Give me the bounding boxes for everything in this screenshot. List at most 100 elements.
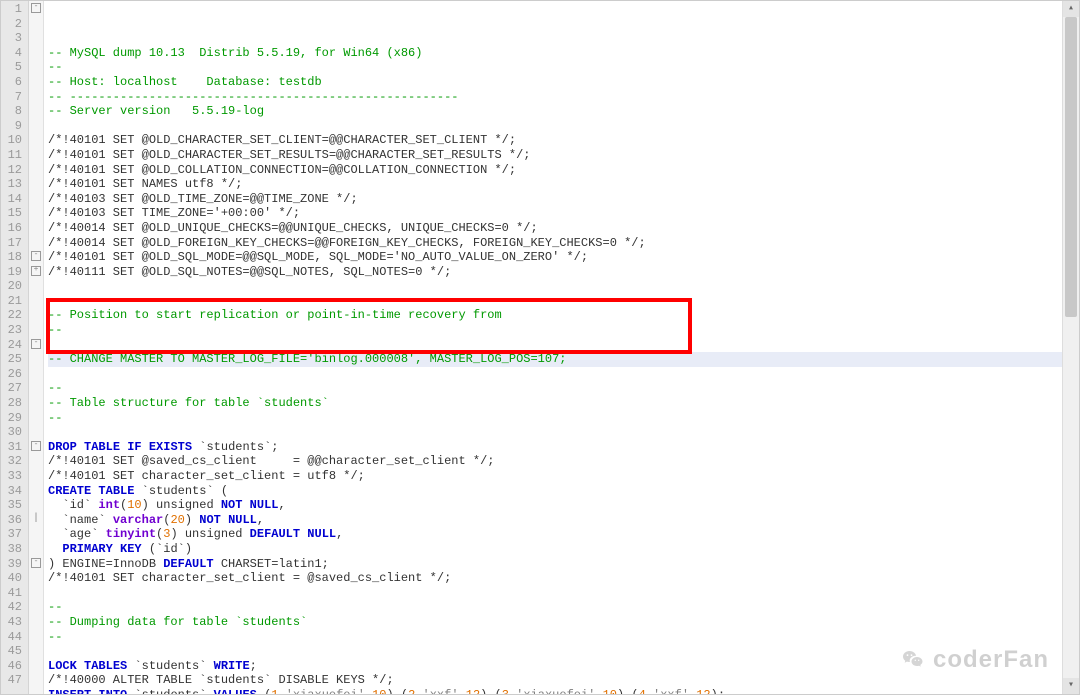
code-area[interactable]: -- MySQL dump 10.13 Distrib 5.5.19, for … [44,1,1079,694]
code-line[interactable]: /*!40101 SET character_set_client = utf8… [48,469,1079,484]
line-number: 29 [1,411,22,426]
code-line[interactable]: /*!40101 SET @OLD_CHARACTER_SET_CLIENT=@… [48,133,1079,148]
line-number: 12 [1,163,22,178]
code-line[interactable] [48,425,1079,440]
line-number: 31 [1,440,22,455]
code-line[interactable]: -- [48,381,1079,396]
line-number: 28 [1,396,22,411]
code-line[interactable]: /*!40014 SET @OLD_UNIQUE_CHECKS=@@UNIQUE… [48,221,1079,236]
code-line[interactable]: /*!40101 SET @OLD_SQL_MODE=@@SQL_MODE, S… [48,250,1079,265]
line-number: 33 [1,469,22,484]
fold-toggle-icon[interactable]: + [31,266,41,276]
line-number: 22 [1,308,22,323]
line-number: 43 [1,615,22,630]
code-line[interactable] [48,367,1079,382]
code-line[interactable] [48,279,1079,294]
code-line[interactable]: -- [48,60,1079,75]
code-line[interactable]: -- [48,294,1079,309]
code-editor[interactable]: 1234567891011121314151617181920212223242… [0,0,1080,695]
scroll-up-button[interactable]: ▴ [1063,1,1079,17]
line-number: 2 [1,17,22,32]
line-number: 18 [1,250,22,265]
line-number: 13 [1,177,22,192]
code-line[interactable]: `name` varchar(20) NOT NULL, [48,513,1079,528]
code-line[interactable]: /*!40101 SET character_set_client = @sav… [48,571,1079,586]
line-number: 32 [1,454,22,469]
code-line[interactable]: -- Server version 5.5.19-log [48,104,1079,119]
line-number: 34 [1,484,22,499]
scroll-down-button[interactable]: ▾ [1063,678,1079,694]
code-line[interactable]: DROP TABLE IF EXISTS `students`; [48,440,1079,455]
line-number: 23 [1,323,22,338]
line-number: 1 [1,2,22,17]
line-number: 5 [1,60,22,75]
watermark-text: coderFan [933,646,1049,674]
line-number: 38 [1,542,22,557]
scroll-thumb[interactable] [1065,17,1077,317]
line-number: 35 [1,498,22,513]
line-number: 11 [1,148,22,163]
code-line[interactable]: CREATE TABLE `students` ( [48,484,1079,499]
code-line[interactable]: -- MySQL dump 10.13 Distrib 5.5.19, for … [48,46,1079,61]
code-line[interactable] [48,586,1079,601]
fold-toggle-icon[interactable]: - [31,3,41,13]
code-line[interactable]: -- Host: localhost Database: testdb [48,75,1079,90]
code-line[interactable]: -- Table structure for table `students` [48,396,1079,411]
line-number: 40 [1,571,22,586]
vertical-scrollbar[interactable]: ▴ ▾ [1062,1,1079,694]
fold-toggle-icon[interactable]: - [31,441,41,451]
line-number: 36 [1,513,22,528]
code-line[interactable]: -- [48,411,1079,426]
code-line[interactable]: ) ENGINE=InnoDB DEFAULT CHARSET=latin1; [48,557,1079,572]
code-line[interactable]: -- -------------------------------------… [48,90,1079,105]
code-line[interactable]: /*!40101 SET @OLD_CHARACTER_SET_RESULTS=… [48,148,1079,163]
line-number: 8 [1,104,22,119]
code-line[interactable]: /*!40000 ALTER TABLE `students` DISABLE … [48,673,1079,688]
code-line[interactable]: /*!40103 SET TIME_ZONE='+00:00' */; [48,206,1079,221]
line-number: 37 [1,527,22,542]
line-number-gutter: 1234567891011121314151617181920212223242… [1,1,29,694]
line-number: 21 [1,294,22,309]
fold-toggle-icon[interactable]: - [31,339,41,349]
code-line[interactable]: -- [48,323,1079,338]
code-line[interactable]: -- CHANGE MASTER TO MASTER_LOG_FILE='bin… [48,352,1079,367]
line-number: 19 [1,265,22,280]
line-number: 6 [1,75,22,90]
line-number: 41 [1,586,22,601]
fold-toggle-icon[interactable]: - [31,558,41,568]
code-line[interactable]: -- [48,630,1079,645]
code-line[interactable]: -- Dumping data for table `students` [48,615,1079,630]
code-line[interactable] [48,119,1079,134]
line-number: 7 [1,90,22,105]
line-number: 10 [1,133,22,148]
code-line[interactable]: PRIMARY KEY (`id`) [48,542,1079,557]
code-line[interactable]: /*!40014 SET @OLD_FOREIGN_KEY_CHECKS=@@F… [48,236,1079,251]
code-line[interactable]: /*!40101 SET @saved_cs_client = @@charac… [48,454,1079,469]
line-number: 4 [1,46,22,61]
code-line[interactable]: /*!40111 SET @OLD_SQL_NOTES=@@SQL_NOTES,… [48,265,1079,280]
line-number: 44 [1,630,22,645]
line-number: 26 [1,367,22,382]
line-number: 14 [1,192,22,207]
line-number: 27 [1,381,22,396]
wechat-icon [899,648,927,672]
code-line[interactable]: INSERT INTO `students` VALUES (1,'xiaxue… [48,688,1079,694]
code-line[interactable]: /*!40103 SET @OLD_TIME_ZONE=@@TIME_ZONE … [48,192,1079,207]
code-line[interactable]: `id` int(10) unsigned NOT NULL, [48,498,1079,513]
code-line[interactable]: -- [48,600,1079,615]
line-number: 42 [1,600,22,615]
fold-gutter[interactable]: --+--|- [29,1,44,694]
line-number: 47 [1,673,22,688]
code-line[interactable]: /*!40101 SET @OLD_COLLATION_CONNECTION=@… [48,163,1079,178]
line-number: 24 [1,338,22,353]
code-line[interactable]: -- Position to start replication or poin… [48,308,1079,323]
code-line[interactable]: `age` tinyint(3) unsigned DEFAULT NULL, [48,527,1079,542]
code-line[interactable] [48,338,1079,353]
line-number: 17 [1,236,22,251]
line-number: 25 [1,352,22,367]
line-number: 3 [1,31,22,46]
code-line[interactable]: /*!40101 SET NAMES utf8 */; [48,177,1079,192]
line-number: 15 [1,206,22,221]
line-number: 20 [1,279,22,294]
fold-toggle-icon[interactable]: - [31,251,41,261]
